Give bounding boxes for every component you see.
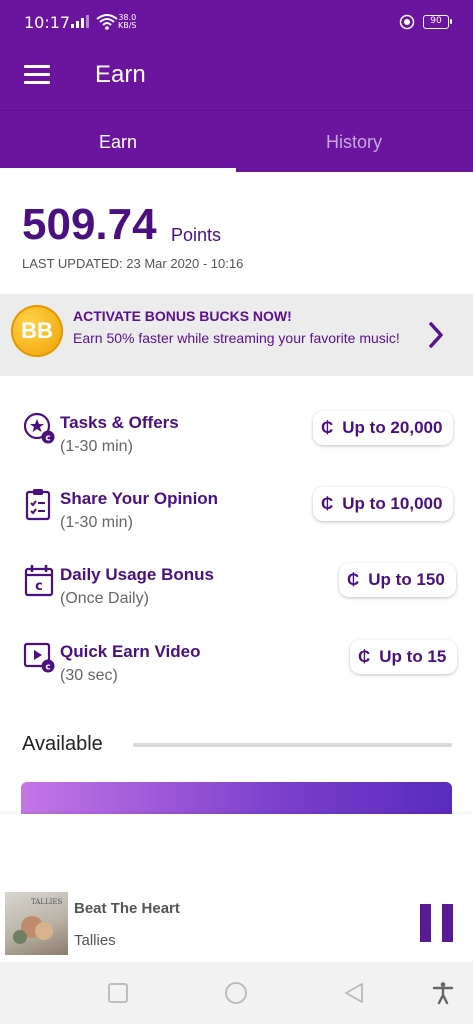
available-offer-card[interactable] xyxy=(21,782,452,816)
tab-bar: Earn History xyxy=(0,110,473,172)
offer-subtitle: (1-30 min) xyxy=(60,514,133,531)
clipboard-check-icon xyxy=(25,489,51,521)
last-updated: LAST UPDATED: 23 Mar 2020 - 10:16 xyxy=(22,256,244,271)
status-bar: 10:17 38.0 KB/S 90 xyxy=(0,0,473,46)
system-nav-bar xyxy=(0,962,473,1024)
chevron-right-icon[interactable] xyxy=(427,320,445,350)
app-bar: Earn xyxy=(0,46,473,110)
offer-subtitle: (30 sec) xyxy=(60,667,118,684)
svg-text:c: c xyxy=(45,434,50,444)
pause-icon[interactable] xyxy=(420,904,453,942)
signal-icon xyxy=(71,15,89,28)
coin-icon: ₵ xyxy=(321,418,334,437)
track-title: Beat The Heart xyxy=(74,900,180,917)
section-divider xyxy=(133,743,452,747)
hamburger-menu-icon[interactable] xyxy=(24,65,50,85)
speed-unit: KB/S xyxy=(118,21,137,30)
points-unit: Points xyxy=(171,225,222,245)
offer-title: Daily Usage Bonus xyxy=(60,565,214,584)
offer-subtitle: (Once Daily) xyxy=(60,590,149,607)
reward-pill[interactable]: ₵ Up to 15 xyxy=(350,640,458,674)
tab-earn[interactable]: Earn xyxy=(0,111,236,173)
coin-icon: ₵ xyxy=(321,494,334,513)
page-title: Earn xyxy=(95,61,146,88)
offer-title: Tasks & Offers xyxy=(60,413,179,432)
square-icon[interactable] xyxy=(106,981,130,1005)
track-artist: Tallies xyxy=(74,932,116,949)
reward-label: Up to 20,000 xyxy=(342,418,443,437)
offer-title: Share Your Opinion xyxy=(60,489,219,508)
network-speed: 38.0 KB/S xyxy=(118,14,137,30)
offer-row-daily[interactable]: c Daily Usage Bonus (Once Daily) ₵ Up to… xyxy=(0,563,473,635)
tab-indicator xyxy=(0,168,236,172)
offer-row-tasks[interactable]: c Tasks & Offers (1-30 min) ₵ Up to 20,0… xyxy=(0,411,473,483)
reward-label: Up to 150 xyxy=(368,570,445,589)
wifi-icon xyxy=(96,14,118,30)
back-triangle-icon[interactable] xyxy=(342,981,366,1005)
reward-pill[interactable]: ₵ Up to 20,000 xyxy=(313,411,454,445)
video-coin-icon: c xyxy=(23,642,55,673)
mini-player[interactable]: TALLIES Beat The Heart Tallies xyxy=(0,814,473,962)
reward-label: Up to 10,000 xyxy=(342,494,443,513)
available-heading: Available xyxy=(22,733,103,755)
album-art-text: TALLIES xyxy=(31,898,63,906)
accessibility-icon[interactable] xyxy=(431,981,455,1005)
bonus-title: ACTIVATE BONUS BUCKS NOW! xyxy=(73,308,292,324)
status-icons xyxy=(70,14,118,30)
circle-icon[interactable] xyxy=(224,981,248,1005)
status-right: 90 xyxy=(399,14,452,30)
tab-history[interactable]: History xyxy=(236,111,472,173)
reward-pill[interactable]: ₵ Up to 10,000 xyxy=(313,487,454,521)
bonus-bucks-banner[interactable]: BB ACTIVATE BONUS BUCKS NOW! Earn 50% fa… xyxy=(0,294,473,376)
reward-label: Up to 15 xyxy=(379,647,447,666)
bonus-text: Earn 50% faster while streaming your fav… xyxy=(73,330,400,346)
points-value: 509.74 xyxy=(22,200,157,249)
battery-icon: 90 xyxy=(423,15,452,29)
power-save-icon xyxy=(399,14,415,30)
status-time: 10:17 xyxy=(24,13,71,32)
offer-row-opinion[interactable]: Share Your Opinion (1-30 min) ₵ Up to 10… xyxy=(0,487,473,559)
calendar-coin-icon: c xyxy=(24,565,54,597)
coin-icon: ₵ xyxy=(347,570,360,589)
coin-icon: ₵ xyxy=(358,647,371,666)
reward-pill[interactable]: ₵ Up to 150 xyxy=(339,563,456,597)
offer-row-video[interactable]: c Quick Earn Video (30 sec) ₵ Up to 15 xyxy=(0,640,473,712)
svg-text:c: c xyxy=(45,663,50,673)
offer-subtitle: (1-30 min) xyxy=(60,438,133,455)
star-coin-icon: c xyxy=(23,412,55,444)
offer-title: Quick Earn Video xyxy=(60,642,201,661)
bonus-bucks-badge: BB xyxy=(11,305,63,357)
svg-text:c: c xyxy=(35,579,43,594)
album-art[interactable]: TALLIES xyxy=(5,892,68,955)
